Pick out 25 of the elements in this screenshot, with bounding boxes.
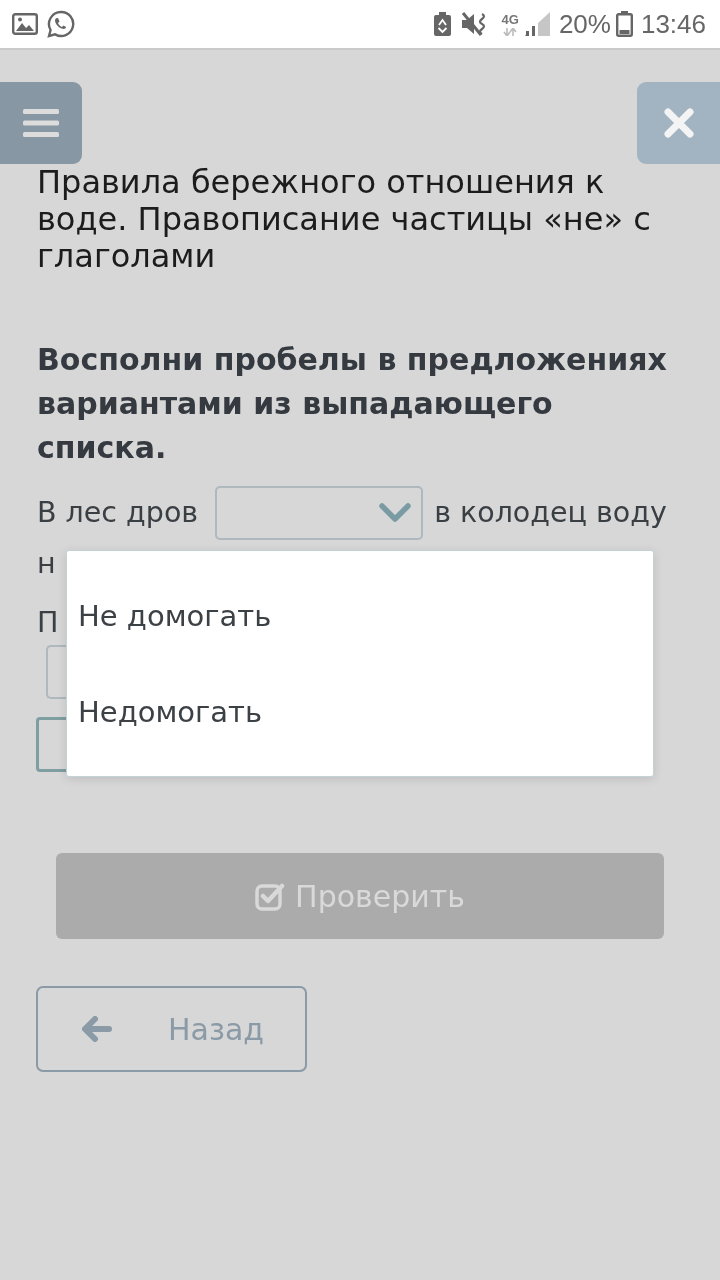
menu-icon <box>23 109 59 137</box>
dropdown-field[interactable] <box>215 486 424 540</box>
sentence-text: П <box>37 605 59 641</box>
signal-icon <box>524 12 550 36</box>
close-button[interactable] <box>637 82 720 164</box>
menu-option[interactable]: Не домогать <box>67 568 653 664</box>
image-icon <box>12 13 38 35</box>
chevron-down-icon <box>379 503 412 523</box>
clock-text: 13:46 <box>640 9 706 39</box>
chat-phone-icon <box>47 10 75 38</box>
battery-recycle-icon <box>433 12 451 36</box>
sentence-text: н <box>37 546 56 582</box>
lesson-title: Правила бережного отношения к воде. Правописание частицы «не» с глаголами <box>37 164 652 275</box>
sentence-text: в колодец воду <box>434 495 667 531</box>
battery-icon <box>615 11 633 37</box>
task-instruction: Восполни пробелы в предложениях вариантами из выпадающего списка. <box>37 341 668 467</box>
network-type-text: 4G <box>501 12 519 27</box>
arrow-left-icon <box>82 1016 112 1042</box>
menu-option[interactable]: Недомогать <box>67 664 653 760</box>
close-icon <box>663 108 694 138</box>
sentence-text: В лес дров <box>37 495 199 531</box>
battery-percent-text: 20% <box>558 9 611 39</box>
checkbox-icon <box>255 881 286 911</box>
menu-button[interactable] <box>0 82 82 164</box>
data-arrows-icon <box>503 27 518 36</box>
